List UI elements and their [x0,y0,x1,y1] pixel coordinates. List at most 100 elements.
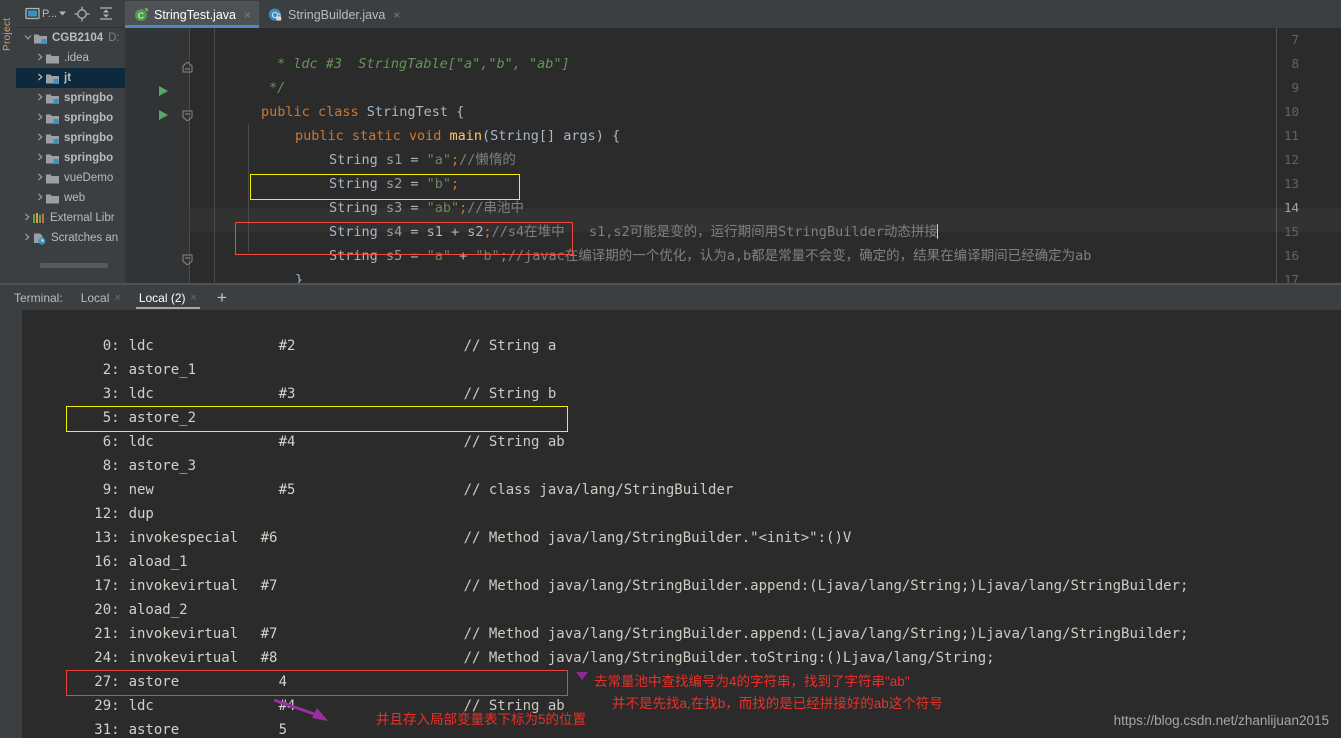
tree-node-springboot-4[interactable]: springbo [16,148,125,168]
code-token-brace: } [295,272,304,283]
tree-node-springboot-3[interactable]: springbo [16,128,125,148]
tree-node-label: CGB2104 [52,32,104,44]
tree-node-label: web [64,192,86,204]
expand-arrow-icon[interactable] [22,33,33,43]
project-tree-horizontal-scrollbar[interactable] [40,263,108,268]
terminal-tab-bar: Terminal: Local × Local (2) × + [0,285,1341,310]
terminal-highlight-box-ldc4-line29 [66,670,568,696]
terminal-row: 5: astore_2 [22,382,464,426]
tree-node-jt[interactable]: jt [16,68,125,88]
expand-arrow-icon[interactable] [34,173,45,183]
tree-node-vuedemo[interactable]: vueDemo [16,168,125,188]
project-tree[interactable]: CGB2104 D: .idea jt springbo springbo sp… [16,28,125,276]
tree-node-idea[interactable]: .idea [16,48,125,68]
external-libraries-icon [32,212,46,225]
module-folder-icon [45,132,60,145]
terminal-row: 21: invokevirtual #7// Method java/lang/St… [22,598,1188,642]
expand-arrow-icon[interactable] [21,233,32,243]
annotation-not-a-then-b: 并不是先找a,在找b，而找的是已经拼接好的ab这个符号 [612,696,943,711]
annotation-constant-pool-lookup: 去常量池中查找编号为4的字符串，找到了字符串"ab" [594,674,910,689]
watermark-url: https://blog.csdn.net/zhanlijuan2015 [1113,713,1329,728]
editor-tab-bar: C StringTest.java × C StringBuilder.java… [125,0,1341,29]
folder-icon [45,192,60,205]
tree-node-label: Scratches an [51,232,119,244]
terminal-row: 9: new #5// class java/lang/StringBuilder [22,454,734,498]
collapse-all-icon[interactable] [97,5,115,23]
bytecode-comment: // Method java/lang/StringBuilder.append… [463,578,1189,594]
code-editor[interactable]: 7 8 9 10 11 12 13 14 15 16 17 * ldc #3 S… [125,28,1341,283]
terminal-tab-local[interactable]: Local × [81,285,121,310]
code-token-comment: //懒惰的 [459,152,516,168]
project-tool-window-label[interactable]: Project [2,0,16,51]
expand-arrow-icon[interactable] [34,113,45,123]
locate-target-icon[interactable] [73,5,91,23]
terminal-row: 24: invokevirtual #8// Method java/lang/St… [22,622,994,666]
tree-node-label: .idea [64,52,89,64]
tree-node-scratches[interactable]: Scratches an [16,228,125,248]
code-line-17: } [196,268,269,283]
close-icon[interactable]: × [244,8,251,22]
expand-arrow-icon[interactable] [34,133,45,143]
close-icon[interactable]: × [114,292,120,304]
module-folder-icon [45,112,60,125]
terminal-tab-label: Local [80,290,110,305]
purple-triangle-marker [576,672,588,680]
terminal-window-label: Terminal: [14,290,63,305]
editor-tab-label: StringBuilder.java [288,7,386,22]
project-view-icon [23,5,41,23]
terminal-row: 16: aload_1 [22,526,464,570]
project-view-selector-label: P... [42,7,58,20]
scratches-icon [32,232,47,245]
expand-arrow-icon[interactable] [21,213,32,223]
close-icon[interactable]: × [191,292,197,304]
chevron-down-icon[interactable] [58,5,67,23]
editor-tab-stringtest[interactable]: C StringTest.java × [125,1,259,28]
tree-node-label: springbo [64,112,114,124]
project-view-selector[interactable]: P... [23,5,67,23]
tree-node-web[interactable]: web [16,188,125,208]
tree-node-label: jt [64,72,72,84]
tree-node-springboot-1[interactable]: springbo [16,88,125,108]
module-folder-icon [45,152,60,165]
expand-arrow-icon[interactable] [34,93,45,103]
code-token-comment: //javac在编译期的一个优化，认为a,b都是常量不会变，确定的，结果在编译期… [507,248,1092,264]
java-class-icon: C [134,7,149,22]
run-gutter-icon[interactable] [158,84,170,96]
tree-node-springboot-2[interactable]: springbo [16,108,125,128]
tree-node-label: External Libr [50,212,115,224]
folder-icon [45,52,60,65]
tree-node-label: vueDemo [64,172,114,184]
tree-node-label: springbo [64,152,114,164]
terminal-output[interactable]: 0: ldc #2// String a 2: astore_1 3: ldc #3// … [0,310,1341,738]
code-line-7: * ldc #3 StringTable["a","b", "ab"] [212,28,570,72]
editor-highlight-box-line13 [250,174,520,200]
expand-arrow-icon[interactable] [34,53,45,63]
module-folder-icon [45,72,60,85]
editor-tab-stringbuilder[interactable]: C StringBuilder.java × [259,1,408,28]
run-gutter-icon[interactable] [158,108,170,120]
tree-node-cgb2104[interactable]: CGB2104 D: [16,28,125,48]
tree-node-label: springbo [64,92,114,104]
editor-right-margin-line [1276,28,1277,283]
tree-node-path: D: [108,32,120,44]
terminal-tab-label: Local (2) [138,290,186,305]
bytecode-comment: // String ab [463,434,565,450]
editor-gutter[interactable] [125,28,190,283]
terminal-row: 3: ldc #3// String b [22,358,557,402]
code-line-12: String s2 = "b"; [264,148,459,192]
tree-node-external-libraries[interactable]: External Libr [16,208,125,228]
terminal-tab-local-2[interactable]: Local (2) × [135,285,201,310]
project-panel-toolbar: P... [16,0,125,28]
annotation-local-var-slot-5: 并且存入局部变量表下标为5的位置 [376,712,587,727]
add-terminal-tab-button[interactable]: + [217,289,227,306]
code-line-8: */ [204,52,285,96]
expand-arrow-icon[interactable] [34,153,45,163]
expand-arrow-icon[interactable] [34,73,45,83]
terminal-left-gutter [0,310,22,738]
left-tool-strip: Project [0,0,17,290]
expand-arrow-icon[interactable] [34,193,45,203]
svg-text:C: C [138,10,144,20]
close-icon[interactable]: × [393,8,400,22]
folder-icon [45,172,60,185]
terminal-row: 17: invokevirtual #7// Method java/lang/St… [22,550,1188,594]
